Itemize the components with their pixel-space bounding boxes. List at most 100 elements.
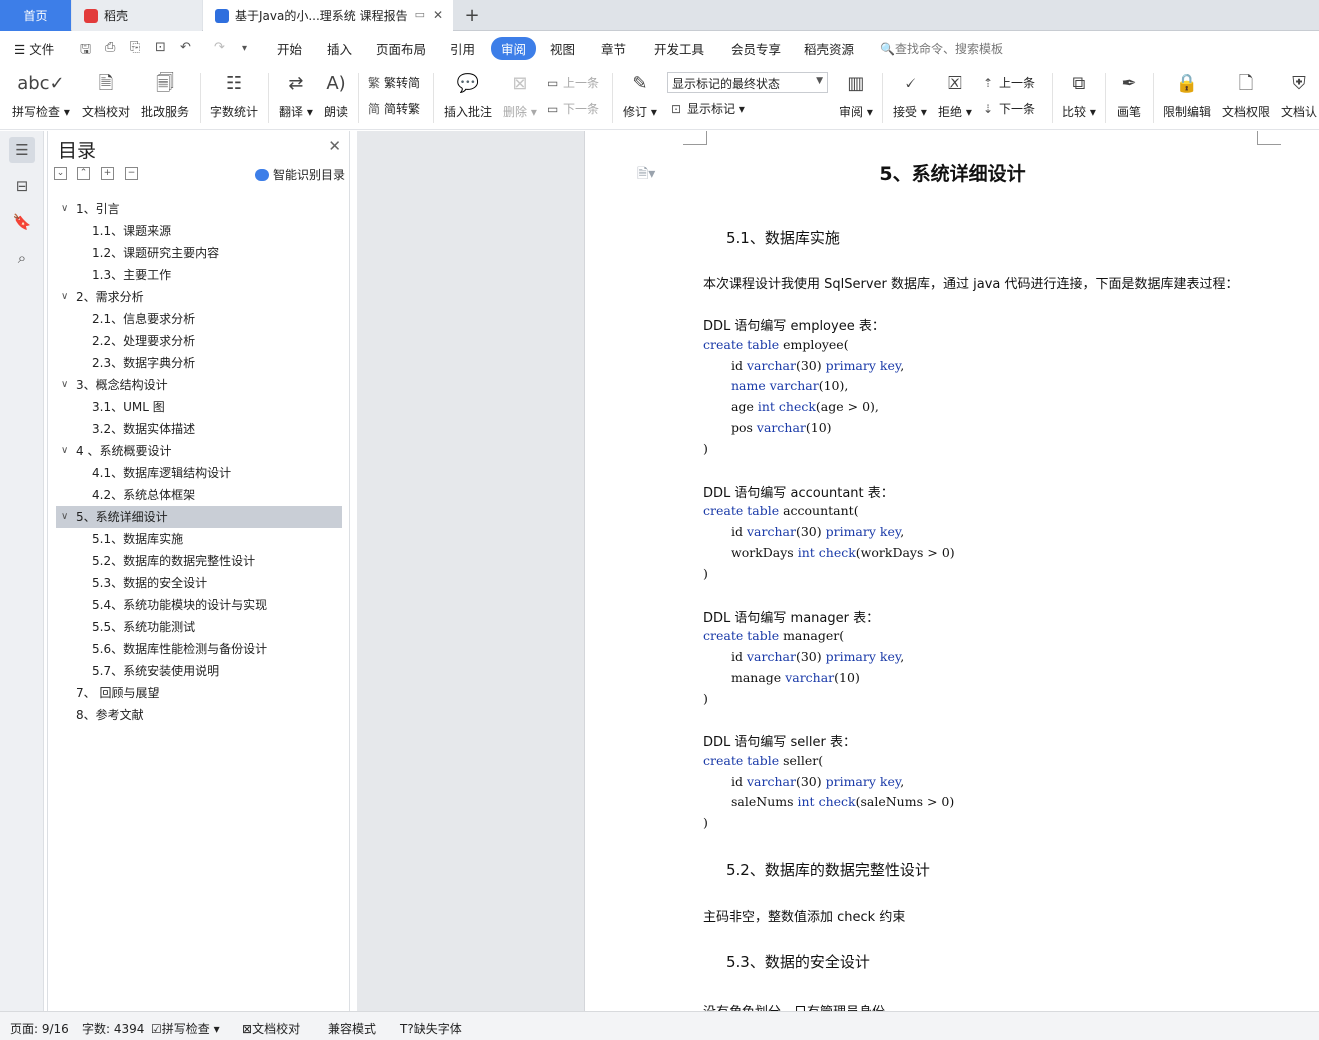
prev-comment-button[interactable]: ▭ 上一条	[547, 74, 599, 91]
toc-item[interactable]: 4.2、系统总体框架	[56, 484, 342, 506]
tab-window-icon[interactable]: ▭	[415, 8, 425, 21]
toc-item[interactable]: ∨ 5、系统详细设计	[56, 506, 342, 528]
chevron-down-icon[interactable]: ∨	[61, 440, 68, 462]
menu-page-layout[interactable]: 页面布局	[376, 39, 426, 58]
file-menu[interactable]: ☰ 文件	[14, 39, 54, 58]
simp-to-trad-button[interactable]: 简简转繁	[368, 100, 420, 117]
menu-daoke-resources[interactable]: 稻壳资源	[804, 39, 854, 58]
restrict-edit-button[interactable]: 🔒 限制编辑	[1163, 71, 1211, 120]
toc-item[interactable]: ∨ 2、需求分析	[56, 286, 342, 308]
collapse-all-icon[interactable]: ⌃	[77, 167, 90, 180]
quick-access-more-icon[interactable]: ▾	[242, 43, 247, 54]
toc-item[interactable]: ∨ 4 、系统概要设计	[56, 440, 342, 462]
doc-permission-button[interactable]: 🗋 文档权限	[1222, 71, 1270, 120]
next-change-button[interactable]: ⇣ 下一条	[983, 100, 1035, 117]
toc-item[interactable]: 3.2、数据实体描述	[56, 418, 342, 440]
redo-icon[interactable]: ↷	[214, 40, 225, 55]
close-icon[interactable]: ✕	[328, 137, 341, 155]
next-comment-button[interactable]: ▭ 下一条	[547, 100, 599, 117]
chevron-down-icon[interactable]: ∨	[61, 286, 68, 308]
toc-item[interactable]: 5.4、系统功能模块的设计与实现	[56, 594, 342, 616]
chapter-nav-icon[interactable]: ⊟	[9, 173, 35, 199]
undo-icon[interactable]: ↶	[180, 40, 191, 55]
toc-item[interactable]: 2.2、处理要求分析	[56, 330, 342, 352]
tab-home[interactable]: 首页	[0, 0, 71, 31]
toc-panel-icon[interactable]: ☰	[9, 137, 35, 163]
bookmark-icon[interactable]: 🔖	[9, 209, 35, 235]
export-pdf-icon[interactable]: ⎙	[105, 40, 115, 55]
doc-permission-icon: 🗋	[1238, 73, 1254, 94]
toc-item[interactable]: 2.3、数据字典分析	[56, 352, 342, 374]
word-count-status[interactable]: 字数: 4394	[82, 1020, 144, 1037]
toc-item[interactable]: 5.7、系统安装使用说明	[56, 660, 342, 682]
revise-button[interactable]: ✎ 修订 ▾	[623, 71, 657, 120]
toc-item[interactable]: 5.5、系统功能测试	[56, 616, 342, 638]
doc-proof-button[interactable]: 🗎 文档校对	[82, 71, 130, 120]
tab-document[interactable]: 基于Java的小...理系统 课程报告 ▭ ✕	[203, 0, 453, 31]
print-icon[interactable]: ⎘	[130, 40, 140, 55]
doc-cert-button[interactable]: ⛨ 文档认	[1281, 71, 1317, 120]
prev-change-button[interactable]: ⇡ 上一条	[983, 74, 1035, 91]
spell-check-status[interactable]: ☑拼写检查 ▾	[151, 1020, 220, 1037]
add-heading-icon[interactable]: +	[101, 167, 114, 180]
toc-item[interactable]: 5.3、数据的安全设计	[56, 572, 342, 594]
chevron-down-icon[interactable]: ∨	[61, 506, 68, 528]
toc-item[interactable]: 1.3、主要工作	[56, 264, 342, 286]
toc-item[interactable]: 4.1、数据库逻辑结构设计	[56, 462, 342, 484]
daoke-icon	[84, 8, 98, 23]
toc-item[interactable]: 2.1、信息要求分析	[56, 308, 342, 330]
markup-state-select[interactable]: 显示标记的最终状态 ▼	[667, 72, 828, 93]
accept-button[interactable]: 🗸 接受 ▾	[893, 71, 927, 120]
compare-button[interactable]: ⧉ 比较 ▾	[1062, 71, 1096, 120]
toc-item[interactable]: 1.2、课题研究主要内容	[56, 242, 342, 264]
missing-font-status[interactable]: T?缺失字体	[400, 1020, 462, 1037]
remove-heading-icon[interactable]: −	[125, 167, 138, 180]
menu-review[interactable]: 审阅	[491, 37, 537, 60]
show-markup-button[interactable]: ⊡ 显示标记 ▾	[671, 100, 745, 117]
toc-item[interactable]: 7、 回顾与展望	[56, 682, 342, 704]
delete-comment-button[interactable]: ⊠ 删除 ▾	[503, 71, 537, 120]
menu-start[interactable]: 开始	[277, 39, 302, 58]
reject-button[interactable]: 🗵 拒绝 ▾	[938, 71, 972, 120]
toc-item[interactable]: ∨ 3、概念结构设计	[56, 374, 342, 396]
review-pane-button[interactable]: ▥ 审阅 ▾	[839, 71, 873, 120]
toc-item[interactable]: 5.1、数据库实施	[56, 528, 342, 550]
insert-comment-button[interactable]: 💬 插入批注	[444, 71, 492, 120]
toc-item[interactable]: 5.2、数据库的数据完整性设计	[56, 550, 342, 572]
smart-toc-button[interactable]: 智能识别目录	[254, 166, 345, 183]
expand-all-icon[interactable]: ⌄	[54, 167, 67, 180]
compare-icon: ⧉	[1072, 73, 1086, 94]
ink-button[interactable]: ✒ 画笔	[1117, 71, 1141, 120]
menu-insert[interactable]: 插入	[327, 39, 352, 58]
trad-to-simp-button[interactable]: 繁繁转简	[368, 74, 420, 91]
toc-item[interactable]: 3.1、UML 图	[56, 396, 342, 418]
menu-view[interactable]: 视图	[550, 39, 575, 58]
document-page[interactable]: 🗎▾ 5、系统详细设计 5.1、数据库实施 本次课程设计我使用 SqlServe…	[584, 131, 1319, 1011]
save-icon[interactable]: 🖫	[80, 40, 91, 62]
doc-proof-status[interactable]: ⊠文档校对	[242, 1020, 300, 1037]
chevron-down-icon[interactable]: ∨	[61, 374, 68, 396]
new-tab-button[interactable]: +	[462, 0, 482, 31]
spell-check-button[interactable]: abc✓ 拼写检查 ▾	[12, 71, 70, 120]
print-preview-icon[interactable]: ⊡	[155, 40, 166, 55]
command-search[interactable]: 🔍查找命令、搜索模板	[880, 40, 1003, 57]
close-tab-icon[interactable]: ✕	[433, 8, 443, 22]
menu-developer[interactable]: 开发工具	[654, 39, 704, 58]
read-aloud-button[interactable]: A) 朗读	[324, 71, 348, 120]
search-icon[interactable]: ⌕	[9, 245, 35, 271]
page-indicator[interactable]: 页面: 9/16	[10, 1020, 69, 1037]
translate-button[interactable]: ⇄ 翻译 ▾	[279, 71, 313, 120]
toc-item[interactable]: 8、参考文献	[56, 704, 342, 726]
batch-correct-button[interactable]: 🗐 批改服务	[141, 71, 189, 120]
menu-chapter[interactable]: 章节	[601, 39, 626, 58]
toc-item-label: 4.2、系统总体框架	[92, 488, 196, 502]
tab-daoke[interactable]: 稻壳	[72, 0, 202, 31]
menu-membership[interactable]: 会员专享	[731, 39, 781, 58]
toc-item[interactable]: 5.6、数据库性能检测与备份设计	[56, 638, 342, 660]
toc-item[interactable]: ∨ 1、引言	[56, 198, 342, 220]
toc-item[interactable]: 1.1、课题来源	[56, 220, 342, 242]
word-count-button[interactable]: ☷ 字数统计	[210, 71, 258, 120]
chevron-down-icon[interactable]: ∨	[61, 198, 68, 220]
menu-references[interactable]: 引用	[450, 39, 475, 58]
status-bar: 页面: 9/16 字数: 4394 ☑拼写检查 ▾ ⊠文档校对 兼容模式 T?缺…	[0, 1011, 1319, 1040]
